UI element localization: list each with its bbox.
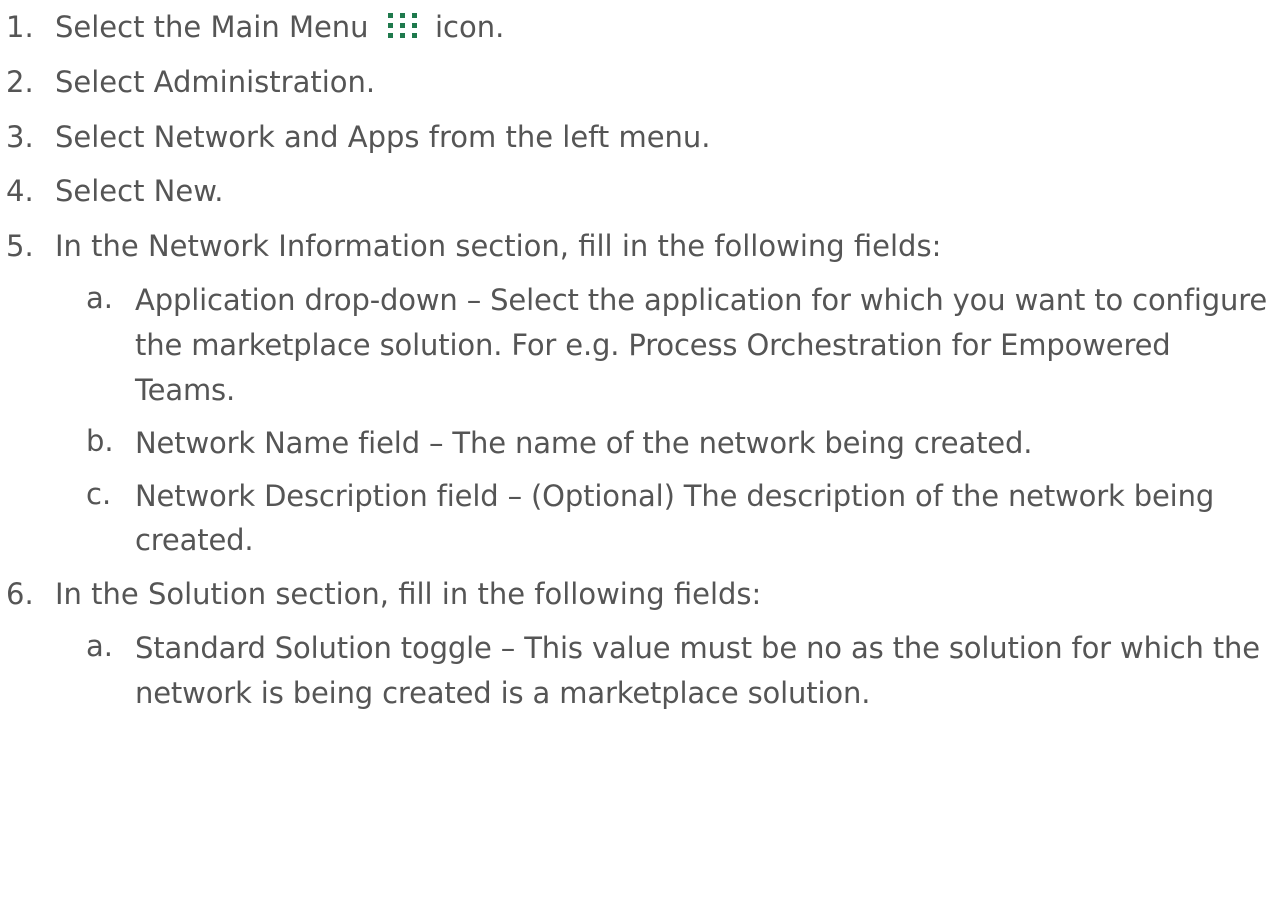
substep-text: Network Description field – (Optional) T… xyxy=(135,478,1215,558)
substep-letter: a. xyxy=(86,280,113,315)
step-2: 2. Select Administration. xyxy=(0,55,1279,110)
instruction-list: 1. Select the Main Menu icon. 2. Select … xyxy=(0,0,1279,720)
step-text: Select New. xyxy=(55,174,224,209)
step-3: 3. Select Network and Apps from the left… xyxy=(0,110,1279,165)
step-number: 1. xyxy=(6,10,34,44)
substep-letter: b. xyxy=(86,423,114,458)
step-text: In the Solution section, fill in the fol… xyxy=(55,577,762,612)
step-6: 6. In the Solution section, fill in the … xyxy=(0,567,1279,720)
step-number: 5. xyxy=(6,229,34,263)
step-number: 3. xyxy=(6,119,34,154)
step-5: 5. In the Network Information section, f… xyxy=(0,219,1279,567)
substep-text: Standard Solution toggle – This value mu… xyxy=(135,631,1260,711)
substep-5a: a. Application drop-down – Select the ap… xyxy=(80,274,1279,417)
step-number: 2. xyxy=(6,64,34,99)
step-number: 4. xyxy=(6,174,34,209)
step-text: In the Network Information section, fill… xyxy=(55,229,942,263)
substep-list: a. Standard Solution toggle – This value… xyxy=(80,622,1279,720)
substep-text: Application drop-down – Select the appli… xyxy=(135,282,1268,407)
substep-text: Network Name field – The name of the net… xyxy=(135,425,1033,460)
substep-letter: a. xyxy=(86,629,113,664)
step-text: Select Administration. xyxy=(55,64,376,99)
substep-letter: c. xyxy=(86,476,112,511)
step-text: Select Network and Apps from the left me… xyxy=(55,119,711,154)
substep-list: a. Application drop-down – Select the ap… xyxy=(80,274,1279,568)
substep-5b: b. Network Name field – The name of the … xyxy=(80,417,1279,470)
step-4: 4. Select New. xyxy=(0,164,1279,219)
step-number: 6. xyxy=(6,577,34,612)
step-1: 1. Select the Main Menu icon. xyxy=(0,0,1279,55)
main-menu-grid-icon xyxy=(387,13,417,38)
step-text: Select the Main Menu icon. xyxy=(55,10,505,44)
substep-6a: a. Standard Solution toggle – This value… xyxy=(80,622,1279,720)
substep-5c: c. Network Description field – (Optional… xyxy=(80,470,1279,568)
